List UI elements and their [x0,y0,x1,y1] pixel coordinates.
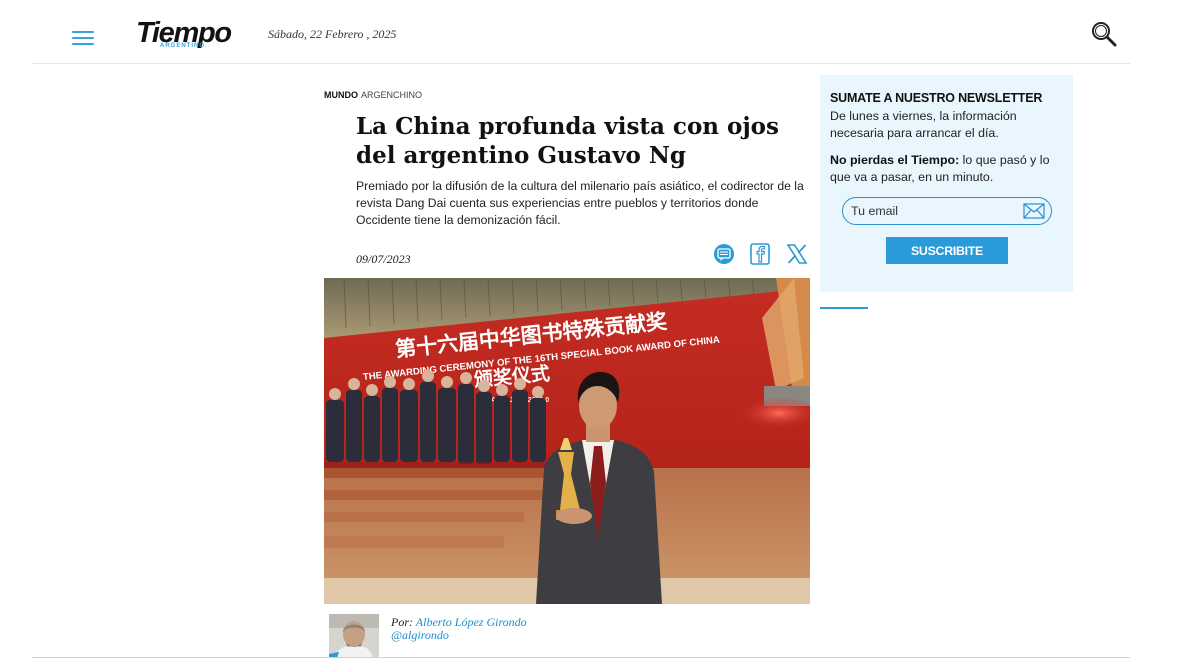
email-field[interactable] [851,201,1021,221]
x-icon[interactable] [785,241,809,267]
article-headline: La China profunda vista con ojos del arg… [356,113,779,169]
search-icon[interactable] [1090,20,1118,48]
header-date: Sábado, 22 Febrero , 2025 [268,27,397,41]
byline-prefix: Por: [391,615,413,629]
mail-icon [1023,203,1045,219]
newsletter-description: De lunes a viernes, la información neces… [830,109,1017,140]
section-link[interactable]: MUNDO [324,90,358,100]
author-handle[interactable]: @algirondo [391,628,449,643]
newsletter-box: SUMATE A NUESTRO NEWSLETTER De lunes a v… [820,75,1073,292]
author-link[interactable]: Alberto López Girondo [416,615,527,629]
newsletter-tagline: No pierdas el Tiempo: lo que pasó y lo q… [830,152,1060,186]
article-photo[interactable]: 第十六届中华图书特殊贡献奖 THE AWARDING CEREMONY OF T… [324,278,810,604]
newsletter-tagline-bold: No pierdas el Tiempo: [830,153,960,167]
author-avatar[interactable] [329,614,379,658]
tag-link[interactable]: ARGENCHINO [361,90,422,100]
subscribe-button[interactable]: SUSCRIBITE [886,237,1008,264]
article-date: 09/07/2023 [356,252,411,266]
byline: Por: Alberto López Girondo [391,615,527,629]
email-field-wrapper [842,197,1052,225]
site-header: Tiempo ARGENTINO Sábado, 22 Febrero , 20… [0,0,1190,64]
comments-icon[interactable] [712,241,736,267]
site-logo[interactable]: Tiempo ARGENTINO [136,14,240,52]
article-kicker: MUNDO ARGENCHINO [324,90,422,100]
article-summary: Premiado por la difusión de la cultura d… [356,179,804,227]
newsletter-accent-line [820,307,868,309]
newsletter-title: SUMATE A NUESTRO NEWSLETTER [830,91,1043,105]
facebook-icon[interactable] [748,241,772,267]
logo-subtitle: ARGENTINO [160,43,205,49]
footer-divider [32,657,1130,658]
menu-icon[interactable] [72,28,96,46]
header-divider [32,63,1130,64]
